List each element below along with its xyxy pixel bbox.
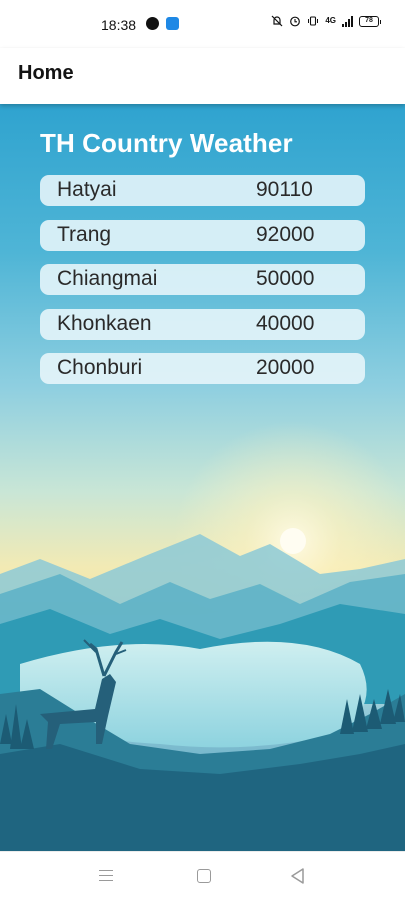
city-item-chonburi[interactable]: Chonburi 20000 bbox=[40, 353, 365, 384]
weather-title: TH Country Weather bbox=[40, 128, 293, 158]
menu-icon[interactable] bbox=[96, 866, 116, 886]
cloud-app-icon bbox=[166, 17, 179, 30]
home-icon[interactable] bbox=[194, 866, 214, 886]
status-time: 18:38 bbox=[101, 17, 137, 33]
city-postal-code: 20000 bbox=[256, 356, 315, 379]
vibrate-icon bbox=[307, 15, 319, 27]
city-name: Khonkaen bbox=[57, 311, 152, 335]
city-item-hatyai[interactable]: Hatyai 90110 bbox=[40, 175, 365, 206]
mute-icon bbox=[271, 15, 283, 27]
city-name: Trang bbox=[57, 222, 112, 246]
city-name: Hatyai bbox=[57, 178, 117, 201]
city-postal-code: 90110 bbox=[256, 178, 313, 201]
back-icon[interactable] bbox=[288, 866, 308, 886]
navigation-bar bbox=[0, 851, 405, 900]
city-item-chiangmai[interactable]: Chiangmai 50000 bbox=[40, 264, 365, 295]
city-postal-code: 92000 bbox=[256, 222, 315, 246]
alarm-icon bbox=[289, 15, 301, 27]
status-bar: 18:38 4G 78 bbox=[0, 0, 405, 48]
a-icon bbox=[146, 17, 159, 30]
app-bar: Home bbox=[0, 48, 405, 104]
city-postal-code: 40000 bbox=[256, 311, 315, 335]
page-title: Home bbox=[18, 62, 74, 84]
battery-icon: 78 bbox=[359, 15, 381, 27]
status-icons: 4G 78 bbox=[271, 15, 381, 27]
city-item-khonkaen[interactable]: Khonkaen 40000 bbox=[40, 308, 365, 340]
city-name: Chonburi bbox=[57, 356, 143, 379]
city-name: Chiangmai bbox=[57, 267, 158, 290]
city-list: Hatyai 90110 Trang 92000 Chiangmai 50000… bbox=[40, 175, 365, 398]
network-type: 4G bbox=[325, 16, 336, 25]
city-postal-code: 50000 bbox=[256, 267, 315, 290]
signal-icon bbox=[342, 15, 353, 27]
background-scene: TH Country Weather Hatyai 90110 Trang 92… bbox=[0, 104, 405, 851]
city-item-trang[interactable]: Trang 92000 bbox=[40, 219, 365, 251]
